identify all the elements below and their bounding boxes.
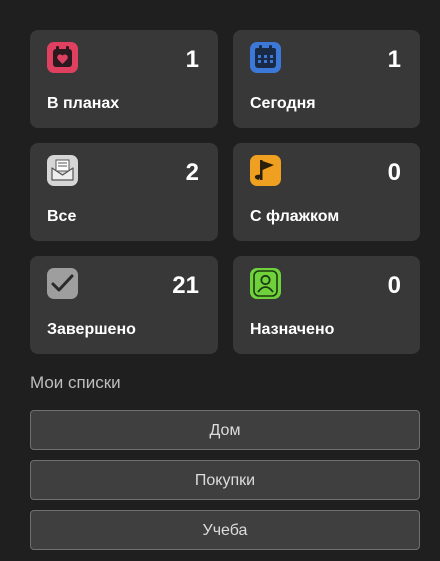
card-all[interactable]: 2 Все <box>30 143 218 241</box>
list-button-study[interactable]: Учеба <box>30 510 420 550</box>
card-flagged[interactable]: 0 С флажком <box>233 143 420 241</box>
calendar-icon <box>250 42 281 73</box>
card-label: В планах <box>47 95 120 112</box>
person-icon <box>250 268 281 299</box>
card-count: 1 <box>185 46 199 73</box>
card-count: 2 <box>185 159 199 186</box>
card-count: 1 <box>387 46 401 73</box>
list-button-shopping[interactable]: Покупки <box>30 460 420 500</box>
flag-icon <box>250 155 281 186</box>
card-assigned[interactable]: 0 Назначено <box>233 256 420 354</box>
card-count: 0 <box>387 272 401 299</box>
checkmark-icon <box>47 268 78 299</box>
card-planned[interactable]: 1 В планах <box>30 30 218 128</box>
card-label: Все <box>47 208 77 225</box>
card-label: Назначено <box>250 321 335 338</box>
card-completed[interactable]: 21 Завершено <box>30 256 218 354</box>
my-lists: Дом Покупки Учеба <box>30 410 420 560</box>
smart-lists-grid: 1 В планах 1 Сегодня 2 Все 0 С флажком 2… <box>30 30 420 354</box>
card-label: С флажком <box>250 208 340 225</box>
card-label: Завершено <box>47 321 136 338</box>
card-count: 21 <box>172 272 199 299</box>
card-today[interactable]: 1 Сегодня <box>233 30 420 128</box>
reminders-overview: 1 В планах 1 Сегодня 2 Все 0 С флажком 2… <box>0 0 440 561</box>
my-lists-title: Мои списки <box>30 373 121 392</box>
list-button-home[interactable]: Дом <box>30 410 420 450</box>
card-count: 0 <box>387 159 401 186</box>
inbox-envelope-icon <box>47 155 78 186</box>
card-label: Сегодня <box>250 95 316 112</box>
schedule-heart-icon <box>47 42 78 73</box>
